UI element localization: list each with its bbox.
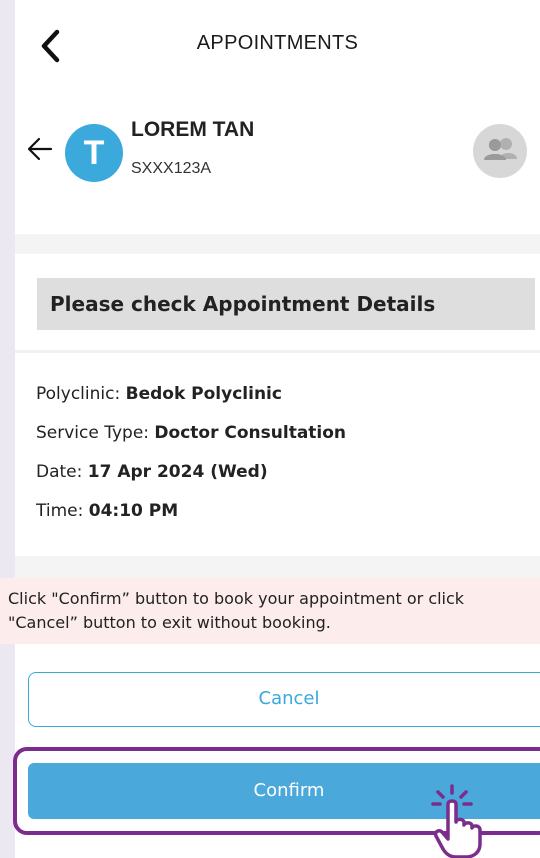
users-icon xyxy=(484,138,517,160)
section-spacer xyxy=(15,556,540,578)
detail-value: Doctor Consultation xyxy=(154,423,347,443)
booking-notice: Click "Confirm” button to book your appo… xyxy=(0,578,540,644)
detail-label: Polyclinic: xyxy=(36,384,126,404)
patient-card: T LOREM TAN SXXX123A xyxy=(15,100,540,232)
switch-user-button[interactable] xyxy=(473,124,527,178)
tap-hand-icon xyxy=(431,784,482,858)
detail-label: Date: xyxy=(36,462,88,482)
arrow-left-icon[interactable] xyxy=(27,136,53,162)
divider xyxy=(15,350,540,353)
detail-value: 04:10 PM xyxy=(88,501,179,521)
app-header: APPOINTMENTS xyxy=(15,0,540,92)
detail-polyclinic: Polyclinic: Bedok Polyclinic xyxy=(36,384,536,423)
section-heading: Please check Appointment Details xyxy=(37,278,535,330)
detail-time: Time: 04:10 PM xyxy=(36,501,536,540)
appointment-details: Polyclinic: Bedok Polyclinic Service Typ… xyxy=(36,384,536,540)
patient-name: LOREM TAN xyxy=(131,118,255,141)
detail-value: 17 Apr 2024 (Wed) xyxy=(87,462,268,482)
cancel-button[interactable]: Cancel xyxy=(28,672,540,727)
detail-label: Service Type: xyxy=(36,423,155,443)
section-spacer xyxy=(15,234,540,254)
appointment-screen: APPOINTMENTS T LOREM TAN SXXX123A Please… xyxy=(15,0,540,858)
detail-service-type: Service Type: Doctor Consultation xyxy=(36,423,536,462)
detail-value: Bedok Polyclinic xyxy=(125,384,282,404)
avatar: T xyxy=(65,124,123,182)
detail-label: Time: xyxy=(36,501,89,521)
detail-date: Date: 17 Apr 2024 (Wed) xyxy=(36,462,536,501)
page-title: APPOINTMENTS xyxy=(196,32,359,54)
patient-id: SXXX123A xyxy=(131,160,212,177)
